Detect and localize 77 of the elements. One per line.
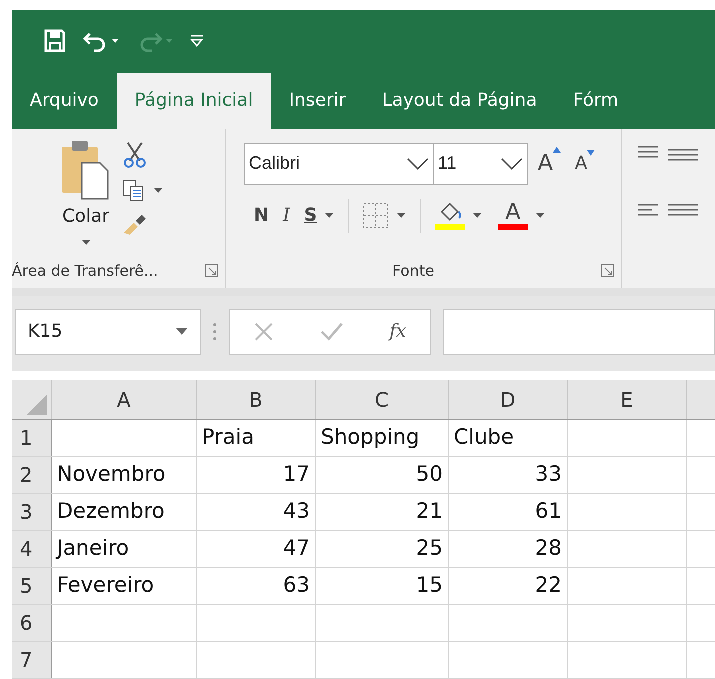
borders-icon[interactable] <box>363 202 390 229</box>
column-header[interactable]: C <box>316 380 449 419</box>
row-header[interactable]: 1 <box>12 420 52 456</box>
grow-font-button[interactable]: A <box>538 147 562 180</box>
font-color-bar <box>498 224 528 230</box>
font-name-field[interactable]: Calibri <box>244 142 434 185</box>
paste-icon[interactable] <box>60 138 112 203</box>
row-header[interactable]: 6 <box>12 605 52 641</box>
copy-icon[interactable] <box>122 178 146 203</box>
table-cell-text: Clube <box>454 424 514 452</box>
underline-button[interactable]: S <box>304 202 318 230</box>
table-cell-text: Janeiro <box>57 535 130 562</box>
up-triangle-icon <box>553 147 562 154</box>
dropdown-caret-icon[interactable] <box>176 328 188 336</box>
table-cell-text: 50 <box>416 461 443 488</box>
ribbon-tab[interactable]: Inserir <box>271 72 364 129</box>
italic-button[interactable]: I <box>283 202 290 230</box>
column-header[interactable]: B <box>197 380 316 419</box>
table-cell-text: Fevereiro <box>57 572 154 600</box>
dropdown-caret-icon[interactable] <box>325 213 334 218</box>
table-cell-text: 63 <box>283 572 310 600</box>
down-triangle-icon <box>587 150 596 156</box>
format-painter-icon[interactable] <box>122 212 148 237</box>
table-cell-text: 28 <box>535 535 562 562</box>
scissors-icon[interactable] <box>122 140 148 169</box>
table-cell-text: 21 <box>416 498 443 526</box>
table-cell-text: 47 <box>283 535 310 562</box>
undo-icon[interactable] <box>82 30 120 52</box>
ribbon-tab[interactable]: Fórm <box>555 72 637 129</box>
fill-color-bar <box>435 224 466 230</box>
align-left-icon[interactable] <box>638 202 698 219</box>
align-top-icon[interactable] <box>638 144 698 161</box>
shrink-font-button[interactable]: A <box>575 150 596 178</box>
table-cell-text: 22 <box>535 572 562 600</box>
row-header[interactable]: 3 <box>12 494 52 530</box>
table-cell-text: Novembro <box>57 461 166 488</box>
bold-button[interactable]: N <box>254 202 270 230</box>
column-header[interactable]: A <box>52 380 197 419</box>
table-cell-text: Shopping <box>321 424 420 452</box>
chevron-down-icon[interactable] <box>407 158 429 170</box>
table-cell-text: 25 <box>416 535 443 562</box>
chevron-down-icon[interactable] <box>501 158 523 170</box>
name-box[interactable]: K15 <box>15 308 201 355</box>
paste-label[interactable]: Colar <box>62 202 110 230</box>
insert-function-button[interactable]: fx <box>390 318 406 346</box>
dropdown-caret-icon[interactable] <box>536 213 546 218</box>
dropdown-caret-icon[interactable] <box>473 213 482 218</box>
save-icon[interactable] <box>44 29 66 54</box>
table-cell-text: 33 <box>535 461 562 488</box>
dropdown-caret-icon[interactable] <box>397 213 406 218</box>
dialog-launcher-icon[interactable] <box>601 264 615 278</box>
table-cell-text: 43 <box>283 498 310 526</box>
ribbon-tab[interactable]: Arquivo <box>12 72 117 129</box>
group-label: Fonte <box>392 260 436 282</box>
group-label: Área de Transferê... <box>12 260 158 282</box>
row-header[interactable]: 2 <box>12 457 52 493</box>
column-header[interactable]: E <box>568 380 687 419</box>
row-header[interactable]: 4 <box>12 531 52 567</box>
dialog-launcher-icon[interactable] <box>205 264 219 278</box>
table-cell-text: 17 <box>283 461 310 488</box>
dropdown-caret-icon[interactable] <box>154 188 163 194</box>
row-header[interactable]: 5 <box>12 568 52 604</box>
ribbon-tab[interactable]: Layout da Página <box>364 72 556 129</box>
column-header[interactable]: D <box>449 380 568 419</box>
dropdown-caret-icon[interactable] <box>82 240 90 245</box>
table-cell-text: 61 <box>535 498 562 526</box>
corner-triangle-icon <box>27 395 47 415</box>
table-cell-text: Dezembro <box>57 498 165 526</box>
ribbon-tab[interactable]: Página Inicial <box>116 72 272 129</box>
grip-icon <box>213 322 217 342</box>
row-header[interactable]: 7 <box>12 642 52 678</box>
formula-field[interactable] <box>443 308 715 355</box>
table-cell-text: Praia <box>202 424 254 452</box>
font-color-button[interactable]: A <box>506 202 521 224</box>
customize-toolbar-icon[interactable] <box>190 34 204 48</box>
font-size-field[interactable]: 11 <box>434 142 528 185</box>
table-cell-text: 15 <box>416 572 443 600</box>
